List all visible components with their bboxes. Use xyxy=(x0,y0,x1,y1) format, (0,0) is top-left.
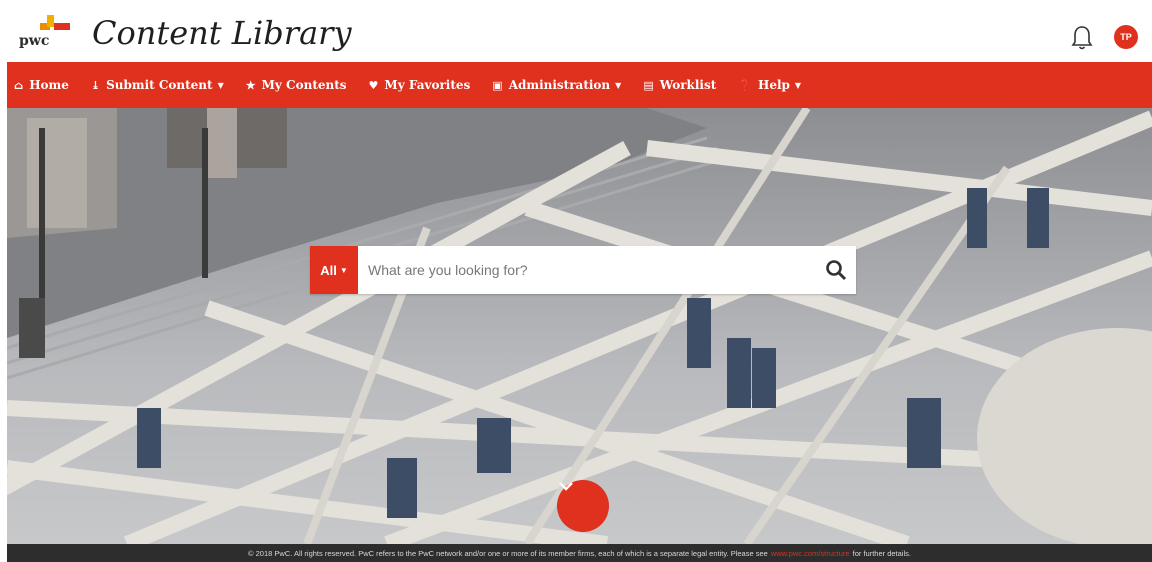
nav-item-label: My Favorites xyxy=(384,78,471,92)
question-icon: ❓ xyxy=(738,78,752,92)
search-input[interactable] xyxy=(358,247,816,293)
nav-item-help[interactable]: ❓ Help ▼ xyxy=(738,78,801,92)
nav-item-label: Home xyxy=(29,78,69,92)
app-title: Content Library xyxy=(92,14,352,52)
footer-text: © 2018 PwC. All rights reserved. PwC ref… xyxy=(248,548,768,558)
search-icon xyxy=(826,260,847,281)
nav-item-my-favorites[interactable]: ♥ My Favorites xyxy=(369,78,471,92)
footer: © 2018 PwC. All rights reserved. PwC ref… xyxy=(7,544,1152,562)
nav-item-submit-content[interactable]: ⤓ Submit Content ▼ xyxy=(91,78,224,92)
search-scope-dropdown[interactable]: All ▼ xyxy=(310,246,358,294)
list-icon: ▤ xyxy=(643,78,654,92)
search-scope-label: All xyxy=(320,262,337,278)
pwc-logo[interactable]: pwc xyxy=(17,15,75,55)
search-button[interactable] xyxy=(816,246,856,294)
home-icon: ⌂ xyxy=(14,78,24,92)
footer-text-end: for further details. xyxy=(852,548,911,558)
nav-item-label: Help xyxy=(757,78,790,92)
search-bar: All ▼ xyxy=(310,246,856,294)
caret-down-icon: ▼ xyxy=(615,80,622,90)
main-nav: ⌂ Home ⤓ Submit Content ▼ ★ My Contents … xyxy=(7,62,1152,108)
nav-item-label: Worklist xyxy=(659,78,717,92)
nav-item-home[interactable]: ⌂ Home xyxy=(14,78,69,92)
nav-item-label: Submit Content xyxy=(106,78,213,92)
star-icon: ★ xyxy=(245,78,256,92)
hero-banner xyxy=(7,108,1152,544)
user-avatar[interactable]: TP xyxy=(1114,25,1138,49)
header: pwc Content Library TP xyxy=(0,0,1152,62)
nav-item-label: My Contents xyxy=(261,78,347,92)
bell-icon[interactable] xyxy=(1070,24,1094,52)
logo-mark-red xyxy=(54,23,70,30)
id-card-icon: ▣ xyxy=(492,78,503,92)
plaza-background-image xyxy=(7,108,1152,544)
caret-down-icon: ▼ xyxy=(217,80,224,90)
logo-mark-yellow xyxy=(47,15,54,27)
nav-item-my-contents[interactable]: ★ My Contents xyxy=(246,78,347,92)
heart-icon: ♥ xyxy=(368,78,379,92)
nav-item-administration[interactable]: ▣ Administration ▼ xyxy=(492,78,621,92)
chevron-down-icon xyxy=(559,482,573,491)
scroll-down-button[interactable] xyxy=(557,480,609,532)
nav-item-label: Administration xyxy=(508,78,611,92)
logo-text: pwc xyxy=(19,33,50,49)
nav-item-worklist[interactable]: ▤ Worklist xyxy=(643,78,716,92)
footer-link[interactable]: www.pwc.com/structure xyxy=(771,549,850,558)
caret-down-icon: ▼ xyxy=(794,80,802,90)
upload-icon: ⤓ xyxy=(90,78,101,92)
caret-down-icon: ▼ xyxy=(339,265,348,275)
